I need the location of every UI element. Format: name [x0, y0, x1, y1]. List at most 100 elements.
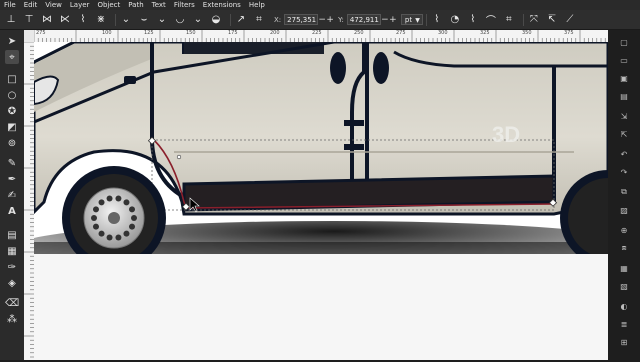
- spray-icon[interactable]: ⁂: [5, 312, 19, 326]
- unit-value: pt: [404, 16, 413, 24]
- layers-icon[interactable]: ≣: [617, 318, 631, 330]
- fill-stroke-icon[interactable]: ◐: [617, 300, 631, 312]
- separator: [425, 13, 427, 26]
- export-icon[interactable]: ⇱: [617, 128, 631, 140]
- pen-icon[interactable]: ✒: [5, 172, 19, 186]
- show-handles-icon[interactable]: ◔: [448, 13, 462, 27]
- y-increment-button[interactable]: +: [389, 15, 397, 25]
- stroke-to-path-icon[interactable]: ⌗: [252, 13, 266, 27]
- floor: [34, 254, 608, 360]
- text-icon[interactable]: A: [5, 204, 19, 218]
- segment-line-icon[interactable]: ⌄: [191, 13, 205, 27]
- mesh-icon[interactable]: ▦: [5, 244, 19, 258]
- side-mirror: [124, 76, 136, 84]
- node-smooth-icon[interactable]: ⌣: [137, 13, 151, 27]
- y-label: Y:: [338, 15, 344, 24]
- rim-hole: [129, 223, 136, 230]
- star-icon[interactable]: ✪: [5, 104, 19, 118]
- spiral-icon[interactable]: ⊚: [5, 136, 19, 150]
- ruler-corner: [24, 30, 34, 42]
- undo-icon[interactable]: ↶: [617, 148, 631, 160]
- node-cusp-icon[interactable]: ⌄: [119, 13, 133, 27]
- menu-help[interactable]: Help: [249, 1, 265, 9]
- menu-text[interactable]: Text: [152, 1, 166, 9]
- door-handle-right[interactable]: [373, 52, 389, 84]
- edit-clip-icon[interactable]: ⌒: [484, 13, 498, 27]
- x-increment-button[interactable]: +: [326, 15, 334, 25]
- duplicate-icon[interactable]: ⧈: [617, 242, 631, 254]
- van-illustration[interactable]: 3D: [34, 42, 608, 360]
- insert-node-icon[interactable]: ⊥: [4, 13, 18, 27]
- drawing-canvas[interactable]: 3D: [34, 42, 608, 360]
- 3d-box-icon[interactable]: ◩: [5, 120, 19, 134]
- break-path-icon[interactable]: ⋉: [58, 13, 72, 27]
- ruler-label: 375: [564, 30, 574, 36]
- calligraphy-icon[interactable]: ✍: [5, 188, 19, 202]
- menu-extensions[interactable]: Extensions: [203, 1, 241, 9]
- separator: [522, 13, 524, 26]
- rim-hole: [91, 215, 97, 221]
- door-handle-left[interactable]: [330, 52, 346, 84]
- y-decrement-button[interactable]: −: [381, 15, 389, 25]
- paste-icon[interactable]: ▨: [617, 204, 631, 216]
- door-step-2: [344, 144, 364, 150]
- menu-file[interactable]: File: [4, 1, 16, 9]
- path-handle[interactable]: [176, 154, 182, 160]
- menu-view[interactable]: View: [45, 1, 62, 9]
- dropper-icon[interactable]: ✑: [5, 260, 19, 274]
- segment-curve-icon[interactable]: ◒: [209, 13, 223, 27]
- selector-icon[interactable]: ➤: [5, 34, 19, 48]
- unit-select[interactable]: pt ▼: [400, 14, 423, 25]
- ungroup-icon[interactable]: ▧: [617, 280, 631, 292]
- show-transform-handles-icon[interactable]: ⌇: [430, 13, 444, 27]
- eraser-icon[interactable]: ⌫: [5, 296, 19, 310]
- pencil-icon[interactable]: ✎: [5, 156, 19, 170]
- x-coordinate-field[interactable]: 275,351: [284, 14, 319, 25]
- join-segment-icon[interactable]: ⌇: [76, 13, 90, 27]
- group-icon[interactable]: ▦: [617, 262, 631, 274]
- ruler-label: 100: [102, 30, 112, 36]
- node-symmetric-icon[interactable]: ⌄: [155, 13, 169, 27]
- join-nodes-icon[interactable]: ⋈: [40, 13, 54, 27]
- align-icon[interactable]: ⊞: [617, 336, 631, 348]
- redo-icon[interactable]: ↷: [617, 166, 631, 178]
- node-auto-icon[interactable]: ◡: [173, 13, 187, 27]
- import-icon[interactable]: ⇲: [617, 110, 631, 122]
- paint-bucket-icon[interactable]: ◈: [5, 276, 19, 290]
- ruler-label: 275: [396, 30, 406, 36]
- snap-icon[interactable]: ⟋: [563, 13, 577, 27]
- menu-path[interactable]: Path: [128, 1, 143, 9]
- side-decal: 3D: [492, 122, 520, 147]
- rectangle-icon[interactable]: □: [5, 72, 19, 86]
- rim-hole: [123, 199, 130, 206]
- zoom-icon[interactable]: ⊕: [617, 224, 631, 236]
- ellipse-icon[interactable]: ○: [5, 88, 19, 102]
- x-decrement-button[interactable]: −: [318, 15, 326, 25]
- y-coordinate-field[interactable]: 472,911: [346, 14, 381, 25]
- chevron-down-icon: ▼: [415, 17, 420, 24]
- delete-segment-icon[interactable]: ⋇: [94, 13, 108, 27]
- next-path-effect-icon[interactable]: ⤧: [527, 13, 541, 27]
- new-document-icon[interactable]: ▢: [617, 36, 631, 48]
- rim-hole: [131, 215, 137, 221]
- ruler-label: 150: [186, 30, 196, 36]
- door-step-1: [344, 120, 364, 126]
- menu-layer[interactable]: Layer: [70, 1, 90, 9]
- menu-object[interactable]: Object: [97, 1, 120, 9]
- gradient-icon[interactable]: ▤: [5, 228, 19, 242]
- open-icon[interactable]: ▭: [617, 54, 631, 66]
- ruler-label: 225: [312, 30, 322, 36]
- object-to-path-icon[interactable]: ↗: [234, 13, 248, 27]
- save-icon[interactable]: ▣: [617, 72, 631, 84]
- menu-edit[interactable]: Edit: [24, 1, 38, 9]
- copy-icon[interactable]: ⧉: [617, 186, 631, 198]
- print-icon[interactable]: ▤: [617, 90, 631, 102]
- delete-node-icon[interactable]: ⊤: [22, 13, 36, 27]
- show-outline-icon[interactable]: ⌇: [466, 13, 480, 27]
- show-path-outline-icon[interactable]: ⌗: [502, 13, 516, 27]
- node-tool-options-icon[interactable]: ↸: [545, 13, 559, 27]
- ruler-label: 275: [36, 30, 46, 36]
- menu-filters[interactable]: Filters: [174, 1, 195, 9]
- node-editor-icon[interactable]: ⌖: [5, 50, 19, 64]
- x-label: X:: [274, 15, 282, 24]
